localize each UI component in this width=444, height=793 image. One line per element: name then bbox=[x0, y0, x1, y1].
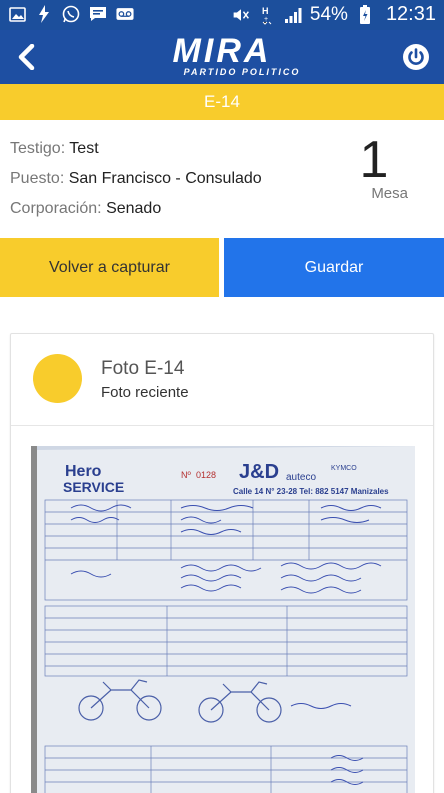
photo-brand: Hero bbox=[65, 463, 102, 480]
power-icon bbox=[403, 44, 429, 70]
mesa-number: 1 bbox=[359, 131, 389, 189]
flash-icon bbox=[35, 5, 53, 23]
puesto-label: Puesto: bbox=[10, 170, 65, 187]
signal-icon bbox=[284, 6, 302, 24]
message-icon bbox=[89, 5, 107, 23]
whatsapp-icon bbox=[62, 5, 80, 23]
testigo-row: Testigo: Test bbox=[10, 140, 99, 158]
photo-card-header: Foto E-14 Foto reciente bbox=[11, 334, 433, 426]
captured-form-photo[interactable]: Hero SERVICE Nº 0128 J&D auteco KYMCO Ca… bbox=[31, 446, 415, 793]
corporacion-row: Corporación: Senado bbox=[10, 200, 161, 218]
logout-button[interactable] bbox=[398, 39, 434, 75]
save-button[interactable]: Guardar bbox=[224, 238, 444, 297]
mute-icon bbox=[232, 6, 250, 24]
service-form-image: Hero SERVICE Nº 0128 J&D auteco KYMCO Ca… bbox=[31, 446, 415, 793]
testigo-value: Test bbox=[69, 140, 99, 157]
app-header: MIRA PARTIDO POLITICO bbox=[0, 30, 444, 84]
logo-text: MIRA bbox=[172, 32, 272, 70]
image-icon bbox=[8, 5, 26, 23]
svg-text:H: H bbox=[262, 6, 269, 16]
status-indicator bbox=[33, 354, 82, 403]
mesa-label: Mesa bbox=[371, 185, 408, 202]
photo-brand-sub: SERVICE bbox=[63, 479, 124, 495]
form-title-bar: E-14 bbox=[0, 84, 444, 120]
corporacion-label: Corporación: bbox=[10, 200, 102, 217]
hplus-signal-icon: H + bbox=[258, 6, 276, 25]
svg-text:Nº: Nº bbox=[181, 470, 191, 480]
photo-card-title: Foto E-14 bbox=[101, 358, 185, 379]
battery-percent: 54% bbox=[309, 3, 348, 25]
photo-address: Calle 14 N° 23-28 Tel: 882 5147 Manizale… bbox=[233, 487, 389, 496]
mira-logo: MIRA PARTIDO POLITICO bbox=[0, 34, 444, 77]
puesto-value: San Francisco - Consulado bbox=[68, 170, 262, 187]
puesto-row: Puesto: San Francisco - Consulado bbox=[10, 170, 262, 188]
status-bar: H + 54% 12:31 bbox=[0, 0, 444, 30]
corporacion-value: Senado bbox=[106, 200, 162, 217]
photo-kymco: KYMCO bbox=[331, 465, 357, 472]
svg-text:+: + bbox=[264, 16, 268, 23]
photo-card-subtitle: Foto reciente bbox=[101, 384, 189, 401]
clock: 12:31 bbox=[385, 3, 436, 25]
photo-card: Foto E-14 Foto reciente Hero SERVICE Nº … bbox=[10, 333, 434, 793]
voicemail-icon bbox=[116, 5, 134, 23]
photo-dealer-sub: auteco bbox=[286, 472, 316, 483]
recapture-button[interactable]: Volver a capturar bbox=[0, 238, 219, 297]
testigo-label: Testigo: bbox=[10, 140, 66, 157]
battery-icon bbox=[356, 4, 374, 24]
photo-number: 0128 bbox=[196, 470, 216, 480]
photo-dealer: J&D bbox=[239, 461, 279, 483]
logo-subtitle: PARTIDO POLITICO bbox=[183, 67, 301, 77]
